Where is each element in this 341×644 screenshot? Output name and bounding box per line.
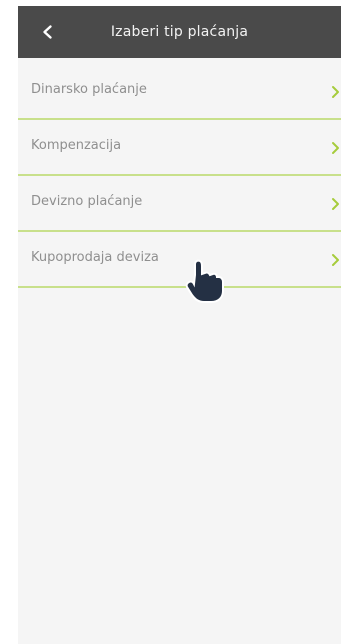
chevron-right-icon (332, 86, 339, 98)
chevron-right-icon (332, 254, 339, 266)
payment-type-label: Dinarsko plaćanje (31, 82, 147, 97)
header-bar: Izaberi tip plaćanja (18, 6, 341, 58)
payment-type-list: Dinarsko plaćanje Kompenzacija Devizno p… (18, 64, 341, 288)
payment-type-item-devizno[interactable]: Devizno plaćanje (18, 176, 341, 232)
chevron-right-icon (332, 198, 339, 210)
payment-type-item-kupoprodaja[interactable]: Kupoprodaja deviza (18, 232, 341, 288)
payment-type-label: Devizno plaćanje (31, 194, 143, 209)
payment-type-item-kompenzacija[interactable]: Kompenzacija (18, 120, 341, 176)
screen: Izaberi tip plaćanja Dinarsko plaćanje K… (0, 0, 341, 644)
payment-type-label: Kompenzacija (31, 138, 122, 153)
chevron-right-icon (332, 142, 339, 154)
app-frame: Izaberi tip plaćanja Dinarsko plaćanje K… (18, 6, 341, 644)
payment-type-item-dinarsko[interactable]: Dinarsko plaćanje (18, 64, 341, 120)
payment-type-label: Kupoprodaja deviza (31, 250, 159, 265)
page-title: Izaberi tip plaćanja (110, 24, 249, 40)
